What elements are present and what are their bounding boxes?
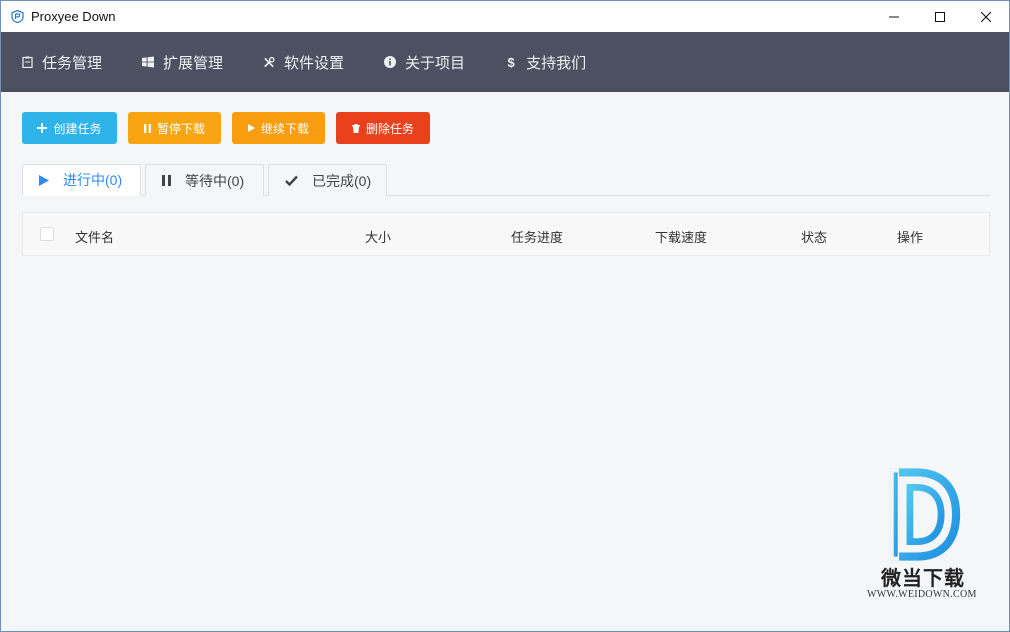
tab-in-progress[interactable]: 进行中(0) <box>22 164 141 196</box>
select-all-checkbox[interactable] <box>40 227 54 241</box>
title-bar: Proxyee Down <box>1 1 1009 32</box>
check-icon <box>285 175 298 186</box>
trash-icon <box>351 123 360 133</box>
tools-icon <box>263 56 275 68</box>
nav-item-support-us[interactable]: $ 支持我们 <box>505 32 586 92</box>
app-window: Proxyee Down 任务管理 扩展管理 软件设置 关于项目 $ 支持我们 … <box>0 0 1010 632</box>
dollar-icon: $ <box>507 54 515 70</box>
nav-item-software-settings[interactable]: 软件设置 <box>263 32 344 92</box>
task-table-header: 文件名 大小 任务进度 下载速度 状态 操作 <box>22 212 990 256</box>
tab-completed[interactable]: 已完成(0) <box>268 164 387 196</box>
plus-icon <box>37 123 48 133</box>
column-header-speed[interactable]: 下载速度 <box>655 227 707 246</box>
info-icon <box>384 56 397 68</box>
action-toolbar: 创建任务 暂停下载 继续下载 删除任务 <box>22 112 441 144</box>
windows-icon <box>142 56 155 68</box>
close-icon <box>981 11 991 22</box>
resume-download-button[interactable]: 继续下载 <box>232 112 325 144</box>
close-button[interactable] <box>963 1 1009 32</box>
pause-download-button[interactable]: 暂停下载 <box>128 112 221 144</box>
nav-label: 任务管理 <box>42 54 103 72</box>
tab-waiting[interactable]: 等待中(0) <box>145 164 264 196</box>
nav-label: 关于项目 <box>405 54 466 72</box>
nav-label: 扩展管理 <box>163 54 224 72</box>
watermark-cn-text: 微当下载 <box>881 568 965 590</box>
play-icon <box>247 124 255 132</box>
minimize-button[interactable] <box>871 1 917 32</box>
nav-label: 支持我们 <box>526 54 587 72</box>
delete-task-button[interactable]: 删除任务 <box>336 112 430 144</box>
window-title: Proxyee Down <box>31 9 116 24</box>
window-controls <box>871 1 1009 32</box>
nav-item-task-management[interactable]: 任务管理 <box>21 32 102 92</box>
maximize-icon <box>935 11 945 22</box>
minimize-icon <box>889 16 899 17</box>
nav-item-about-project[interactable]: 关于项目 <box>384 32 465 92</box>
main-nav: 任务管理 扩展管理 软件设置 关于项目 $ 支持我们 <box>1 32 1009 92</box>
column-header-size[interactable]: 大小 <box>365 227 391 246</box>
column-header-status[interactable]: 状态 <box>801 227 827 246</box>
nav-item-extension-management[interactable]: 扩展管理 <box>142 32 223 92</box>
proxyee-shield-icon <box>11 9 24 24</box>
column-header-filename[interactable]: 文件名 <box>75 227 114 246</box>
task-status-tabs: 进行中(0) 等待中(0) 已完成(0) <box>22 164 990 196</box>
clipboard-icon <box>21 56 33 68</box>
nav-label: 软件设置 <box>284 54 345 72</box>
pause-icon <box>143 123 151 133</box>
weidown-logo <box>890 468 961 561</box>
watermark-url-text: WWW.WEIDOWN.COM <box>867 589 977 600</box>
column-header-progress[interactable]: 任务进度 <box>511 227 563 246</box>
play-icon <box>39 174 49 186</box>
column-header-actions[interactable]: 操作 <box>897 227 923 246</box>
create-task-button[interactable]: 创建任务 <box>22 112 117 144</box>
pause-icon <box>162 175 171 186</box>
maximize-button[interactable] <box>917 1 963 32</box>
